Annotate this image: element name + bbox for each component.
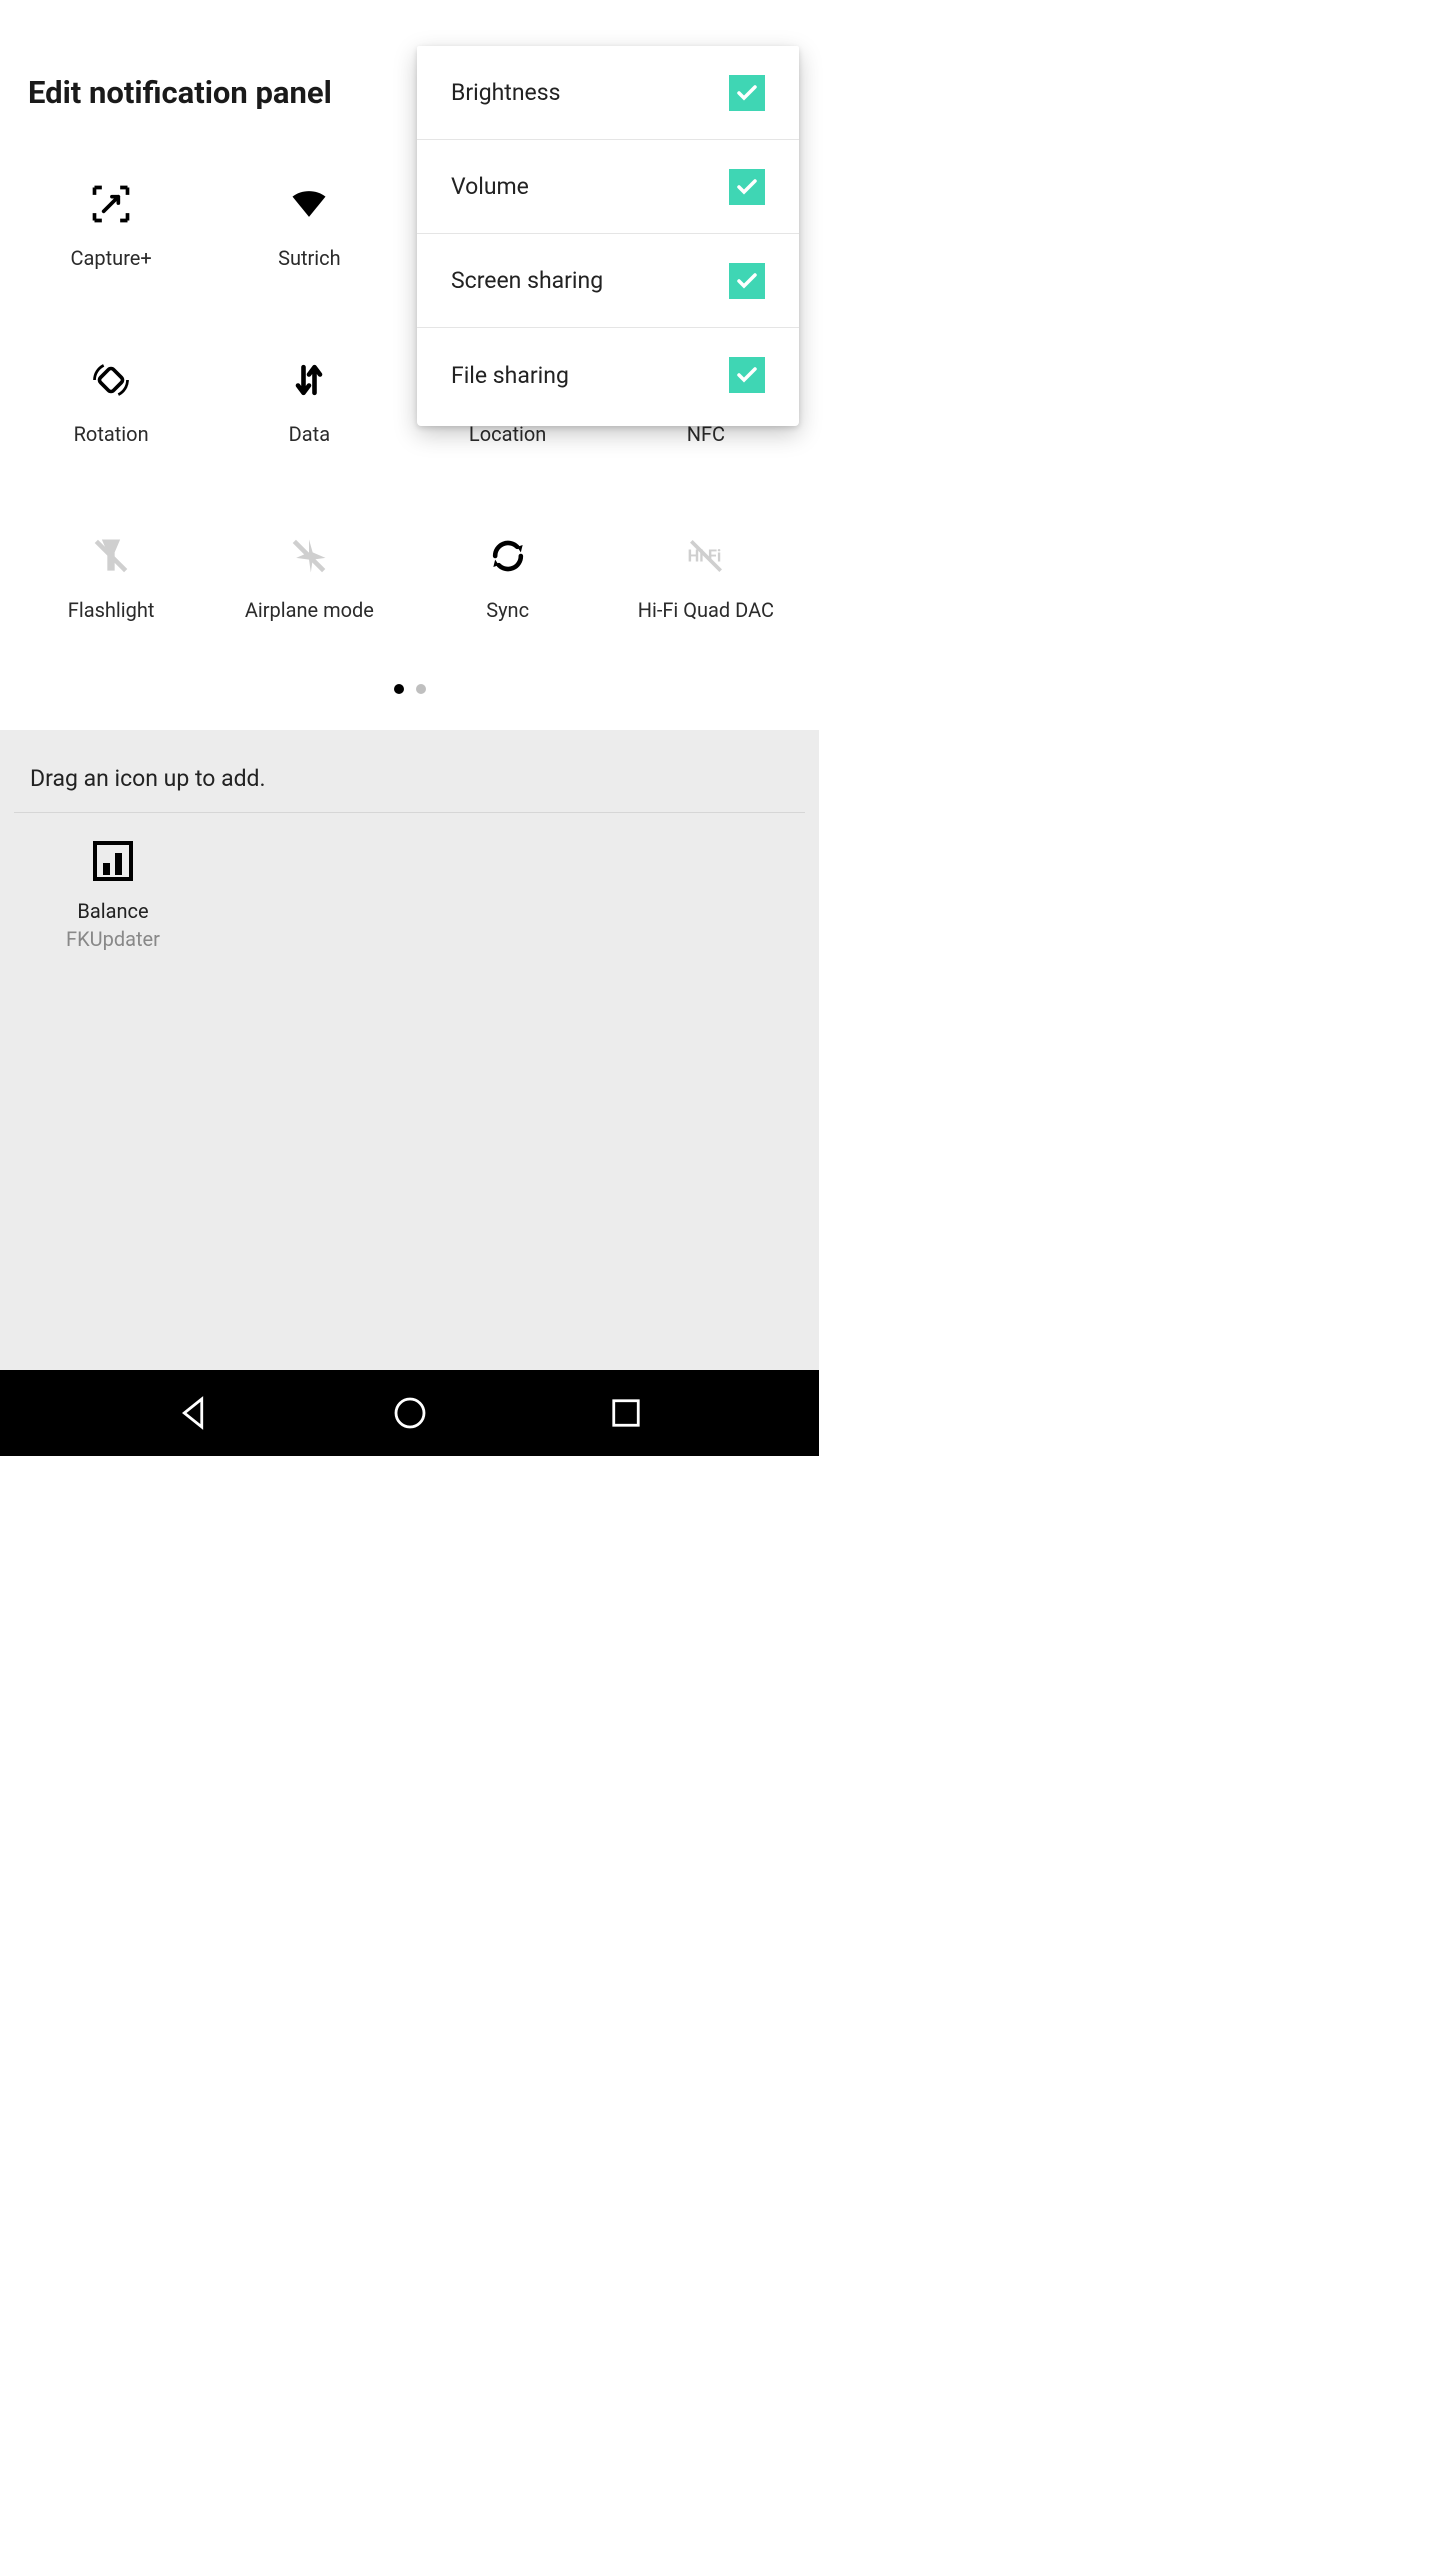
sync-icon: [486, 534, 530, 578]
airplane-off-icon: [287, 534, 331, 578]
checkbox-checked-icon[interactable]: [729, 75, 765, 111]
tray-grid: Balance FKUpdater: [14, 837, 805, 951]
nav-home-button[interactable]: [386, 1389, 434, 1437]
tile-label: Sutrich: [278, 246, 341, 270]
tile-data[interactable]: Data: [210, 358, 408, 534]
nav-recent-button[interactable]: [602, 1389, 650, 1437]
dropdown-label: Brightness: [451, 79, 560, 106]
settings-dropdown: Brightness Volume Screen sharing File sh…: [417, 46, 799, 422]
dropdown-label: Screen sharing: [451, 267, 603, 294]
system-navbar: [0, 1370, 819, 1456]
available-tiles-tray: Drag an icon up to add. Balance FKUpdate…: [0, 730, 819, 1389]
tile-label: Capture+: [71, 246, 152, 270]
nav-back-button[interactable]: [169, 1389, 217, 1437]
dropdown-item-file-sharing[interactable]: File sharing: [417, 328, 799, 422]
tray-tile-label: Balance: [77, 899, 148, 923]
dropdown-label: File sharing: [451, 362, 569, 389]
capture-plus-icon: [89, 182, 133, 226]
tile-label: Airplane mode: [245, 598, 374, 622]
dropdown-item-volume[interactable]: Volume: [417, 140, 799, 234]
checkbox-checked-icon[interactable]: [729, 263, 765, 299]
flashlight-off-icon: [89, 534, 133, 578]
dropdown-label: Volume: [451, 173, 529, 200]
tile-label: Hi-Fi Quad DAC: [638, 598, 774, 622]
tile-label: Flashlight: [68, 598, 155, 622]
rotation-icon: [89, 358, 133, 402]
tile-label: Rotation: [74, 422, 149, 446]
tray-caption: Drag an icon up to add.: [14, 750, 805, 812]
tray-tile-balance[interactable]: Balance FKUpdater: [14, 837, 212, 951]
page-title: Edit notification panel: [28, 74, 332, 111]
mobile-data-icon: [287, 358, 331, 402]
hifi-off-icon: Hi Fi: [684, 534, 728, 578]
checkbox-checked-icon[interactable]: [729, 169, 765, 205]
tile-rotation[interactable]: Rotation: [12, 358, 210, 534]
pager-dot-1[interactable]: [394, 684, 404, 694]
tray-tile-sublabel: FKUpdater: [66, 927, 160, 951]
tile-label: Data: [289, 422, 330, 446]
dropdown-item-brightness[interactable]: Brightness: [417, 46, 799, 140]
pager-indicator: [0, 684, 819, 696]
checkbox-checked-icon[interactable]: [729, 357, 765, 393]
balance-icon: [89, 837, 137, 885]
tile-label: Sync: [486, 598, 529, 622]
tile-wifi[interactable]: Sutrich: [210, 182, 408, 358]
screen-root: Edit notification panel Capture+ Sutrich: [0, 0, 819, 1456]
tray-divider: [14, 812, 805, 813]
tile-capture-plus[interactable]: Capture+: [12, 182, 210, 358]
pager-dot-2[interactable]: [416, 684, 426, 694]
dropdown-item-screen-sharing[interactable]: Screen sharing: [417, 234, 799, 328]
wifi-icon: [287, 182, 331, 226]
